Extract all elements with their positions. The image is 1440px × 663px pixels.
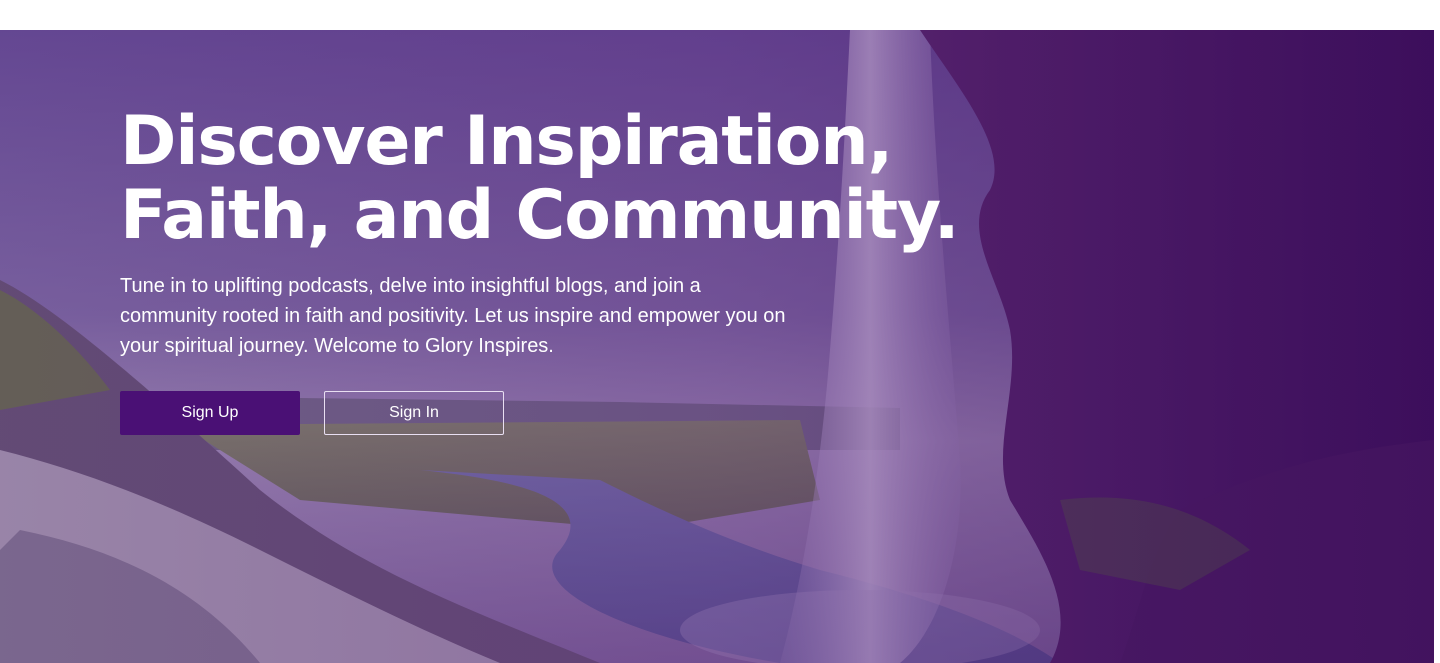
hero-description: Tune in to uplifting podcasts, delve int…	[120, 275, 786, 357]
top-bar	[0, 0, 1440, 30]
hero-section: Discover Inspiration, Faith, and Communi…	[0, 30, 1434, 663]
sign-up-button[interactable]: Sign Up	[120, 391, 300, 435]
sign-in-button[interactable]: Sign In	[324, 391, 504, 435]
hero-title-line-1: Discover Inspiration,	[120, 102, 893, 181]
hero-title: Discover Inspiration, Faith, and Communi…	[120, 102, 960, 255]
hero-title-line-2: Faith, and Community.	[120, 176, 960, 255]
hero-content: Discover Inspiration, Faith, and Communi…	[120, 102, 960, 435]
hero-button-row: Sign Up Sign In	[120, 391, 940, 435]
